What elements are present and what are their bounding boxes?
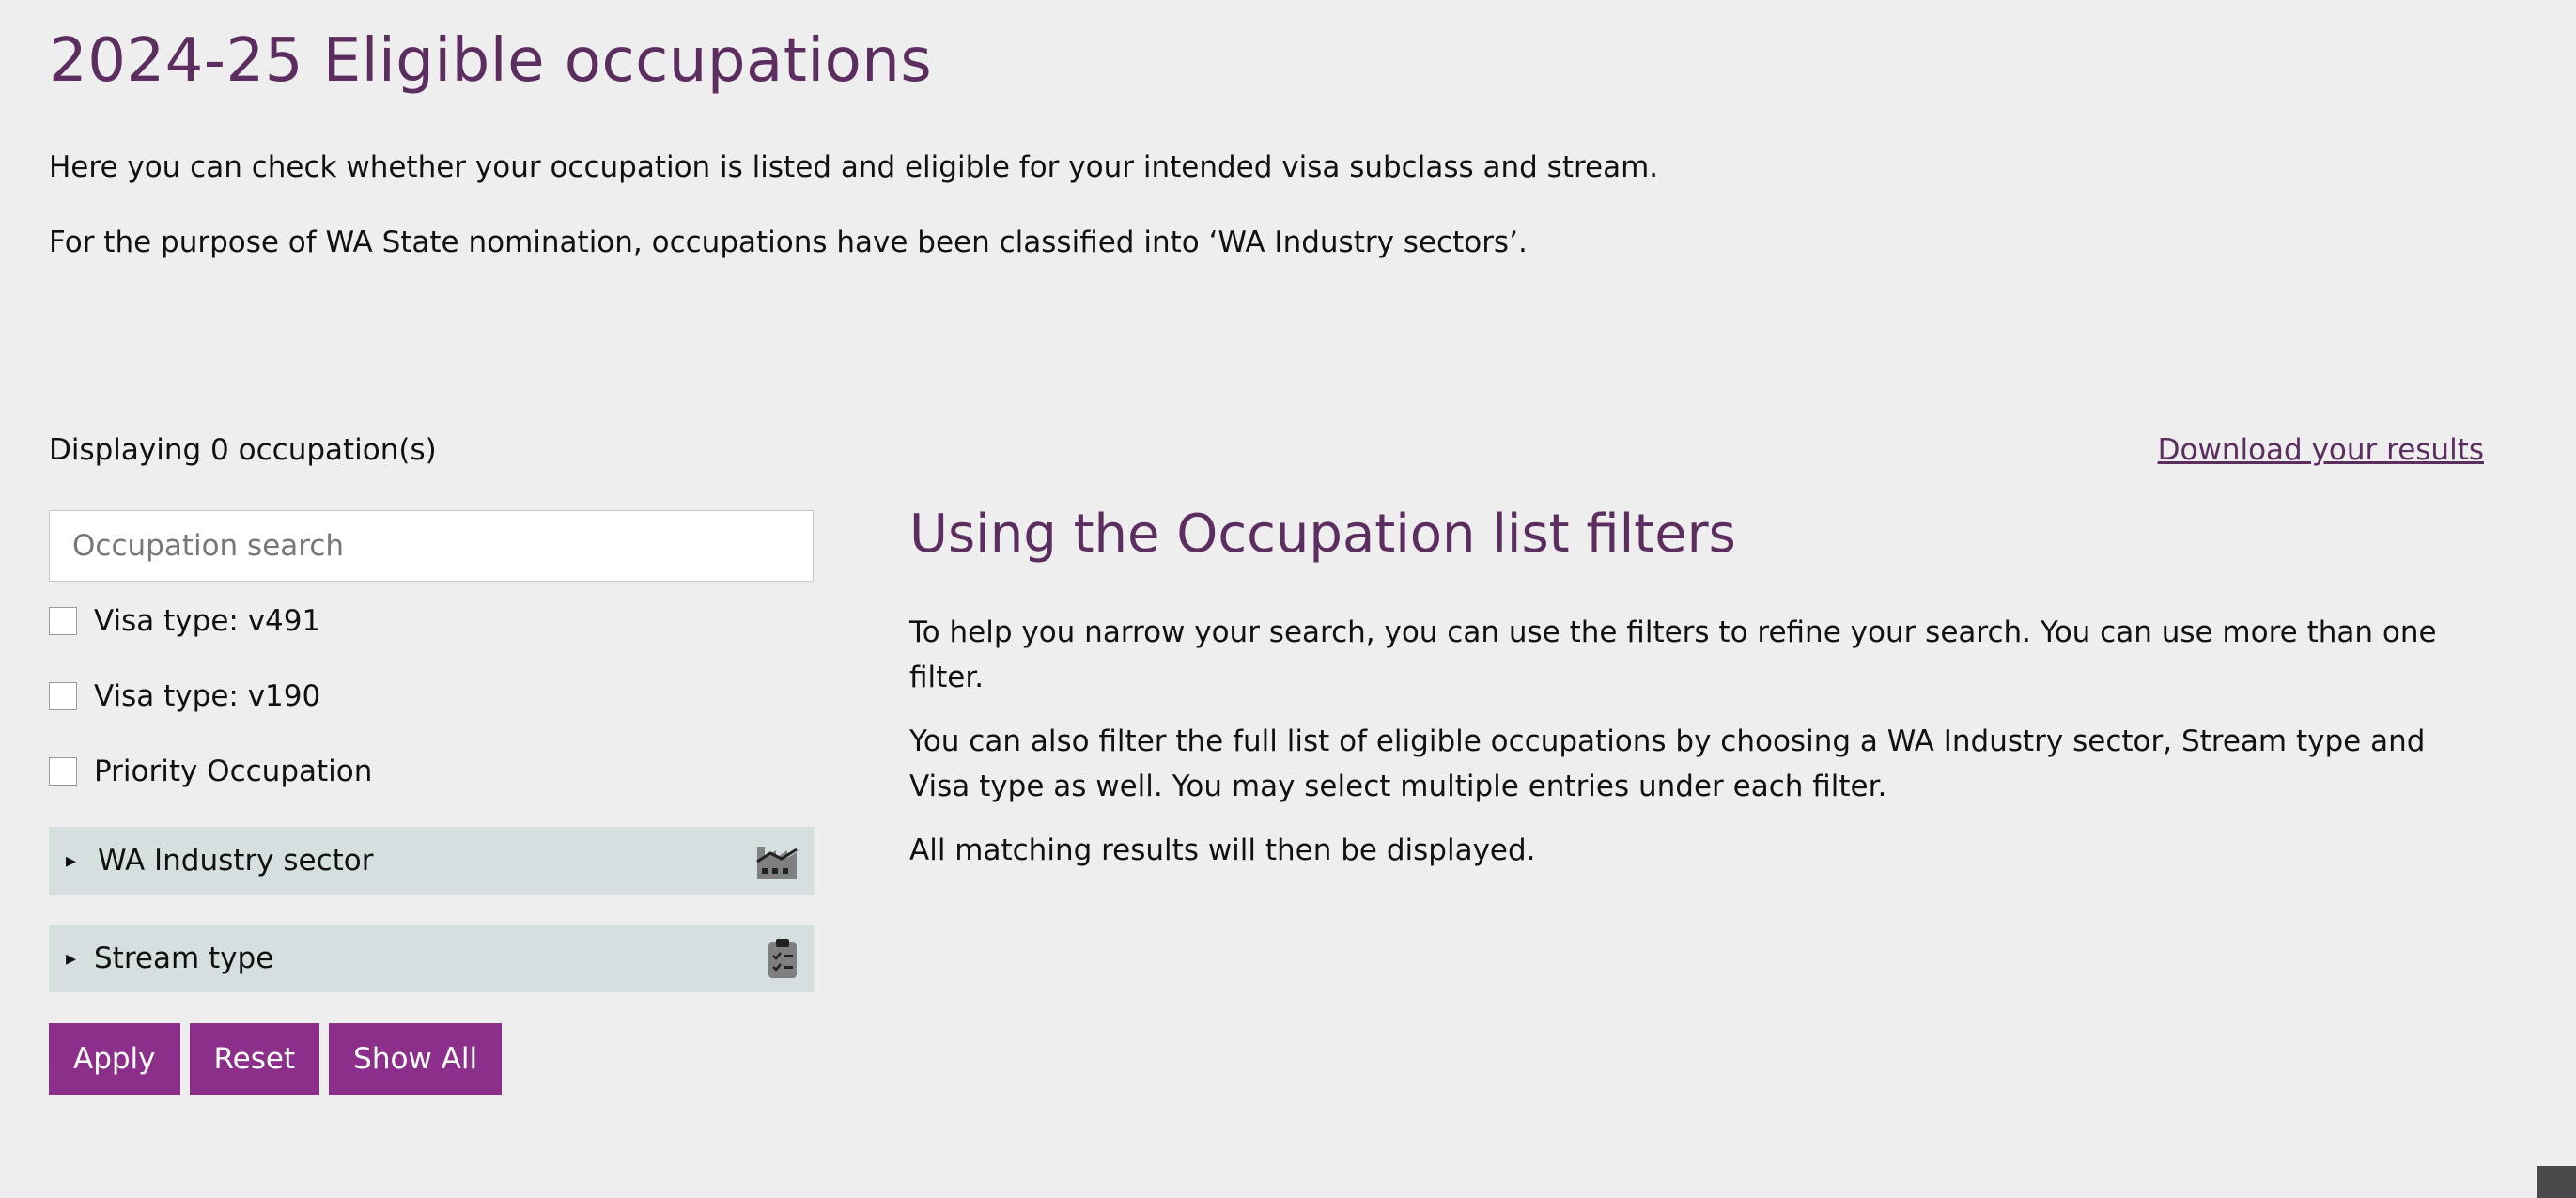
apply-button[interactable]: Apply bbox=[49, 1023, 180, 1095]
stream-type-label: Stream type bbox=[94, 941, 274, 975]
help-paragraph-3: All matching results will then be displa… bbox=[909, 833, 1536, 867]
page: 2024-25 Eligible occupations Here you ca… bbox=[0, 0, 2576, 1198]
page-title: 2024-25 Eligible occupations bbox=[49, 26, 933, 96]
visa-491-label[interactable]: Visa type: v491 bbox=[94, 604, 320, 638]
checkbox-row-visa-491[interactable]: Visa type: v491 bbox=[49, 604, 814, 638]
priority-occupation-checkbox[interactable] bbox=[49, 757, 77, 786]
intro-text-2: For the purpose of WA State nomination, … bbox=[49, 226, 1528, 259]
help-paragraph-1: To help you narrow your search, you can … bbox=[909, 615, 2437, 694]
help-title: Using the Occupation list filters bbox=[909, 504, 1736, 565]
factory-icon bbox=[755, 841, 799, 880]
wa-industry-sector-label: WA Industry sector bbox=[98, 844, 374, 878]
occupation-search-input[interactable] bbox=[49, 510, 814, 582]
scroll-to-top-button[interactable] bbox=[2537, 1166, 2576, 1198]
results-count: Displaying 0 occupation(s) bbox=[49, 433, 437, 467]
filter-buttons: Apply Reset Show All bbox=[49, 1023, 511, 1095]
checkbox-row-priority[interactable]: Priority Occupation bbox=[49, 755, 814, 788]
checkbox-row-visa-190[interactable]: Visa type: v190 bbox=[49, 679, 814, 713]
help-paragraph-2: You can also filter the full list of eli… bbox=[909, 724, 2426, 803]
visa-190-label[interactable]: Visa type: v190 bbox=[94, 679, 320, 713]
visa-491-checkbox[interactable] bbox=[49, 607, 77, 635]
download-results-link[interactable]: Download your results bbox=[2158, 433, 2484, 467]
show-all-button[interactable]: Show All bbox=[329, 1023, 503, 1095]
filter-checkboxes: Visa type: v491 Visa type: v190 Priority… bbox=[49, 604, 814, 788]
wa-industry-sector-accordion[interactable]: ▸ WA Industry sector bbox=[49, 827, 814, 895]
stream-type-accordion[interactable]: ▸ Stream type bbox=[49, 925, 814, 992]
caret-right-icon: ▸ bbox=[66, 946, 77, 971]
reset-button[interactable]: Reset bbox=[189, 1023, 320, 1095]
filter-panel: Visa type: v491 Visa type: v190 Priority… bbox=[49, 510, 814, 1095]
intro-text-1: Here you can check whether your occupati… bbox=[49, 150, 1659, 184]
visa-190-checkbox[interactable] bbox=[49, 682, 77, 710]
priority-occupation-label[interactable]: Priority Occupation bbox=[94, 755, 372, 788]
help-panel: Using the Occupation list filters To hel… bbox=[909, 504, 2469, 873]
clipboard-checklist-icon bbox=[767, 937, 799, 980]
caret-right-icon: ▸ bbox=[66, 848, 77, 873]
